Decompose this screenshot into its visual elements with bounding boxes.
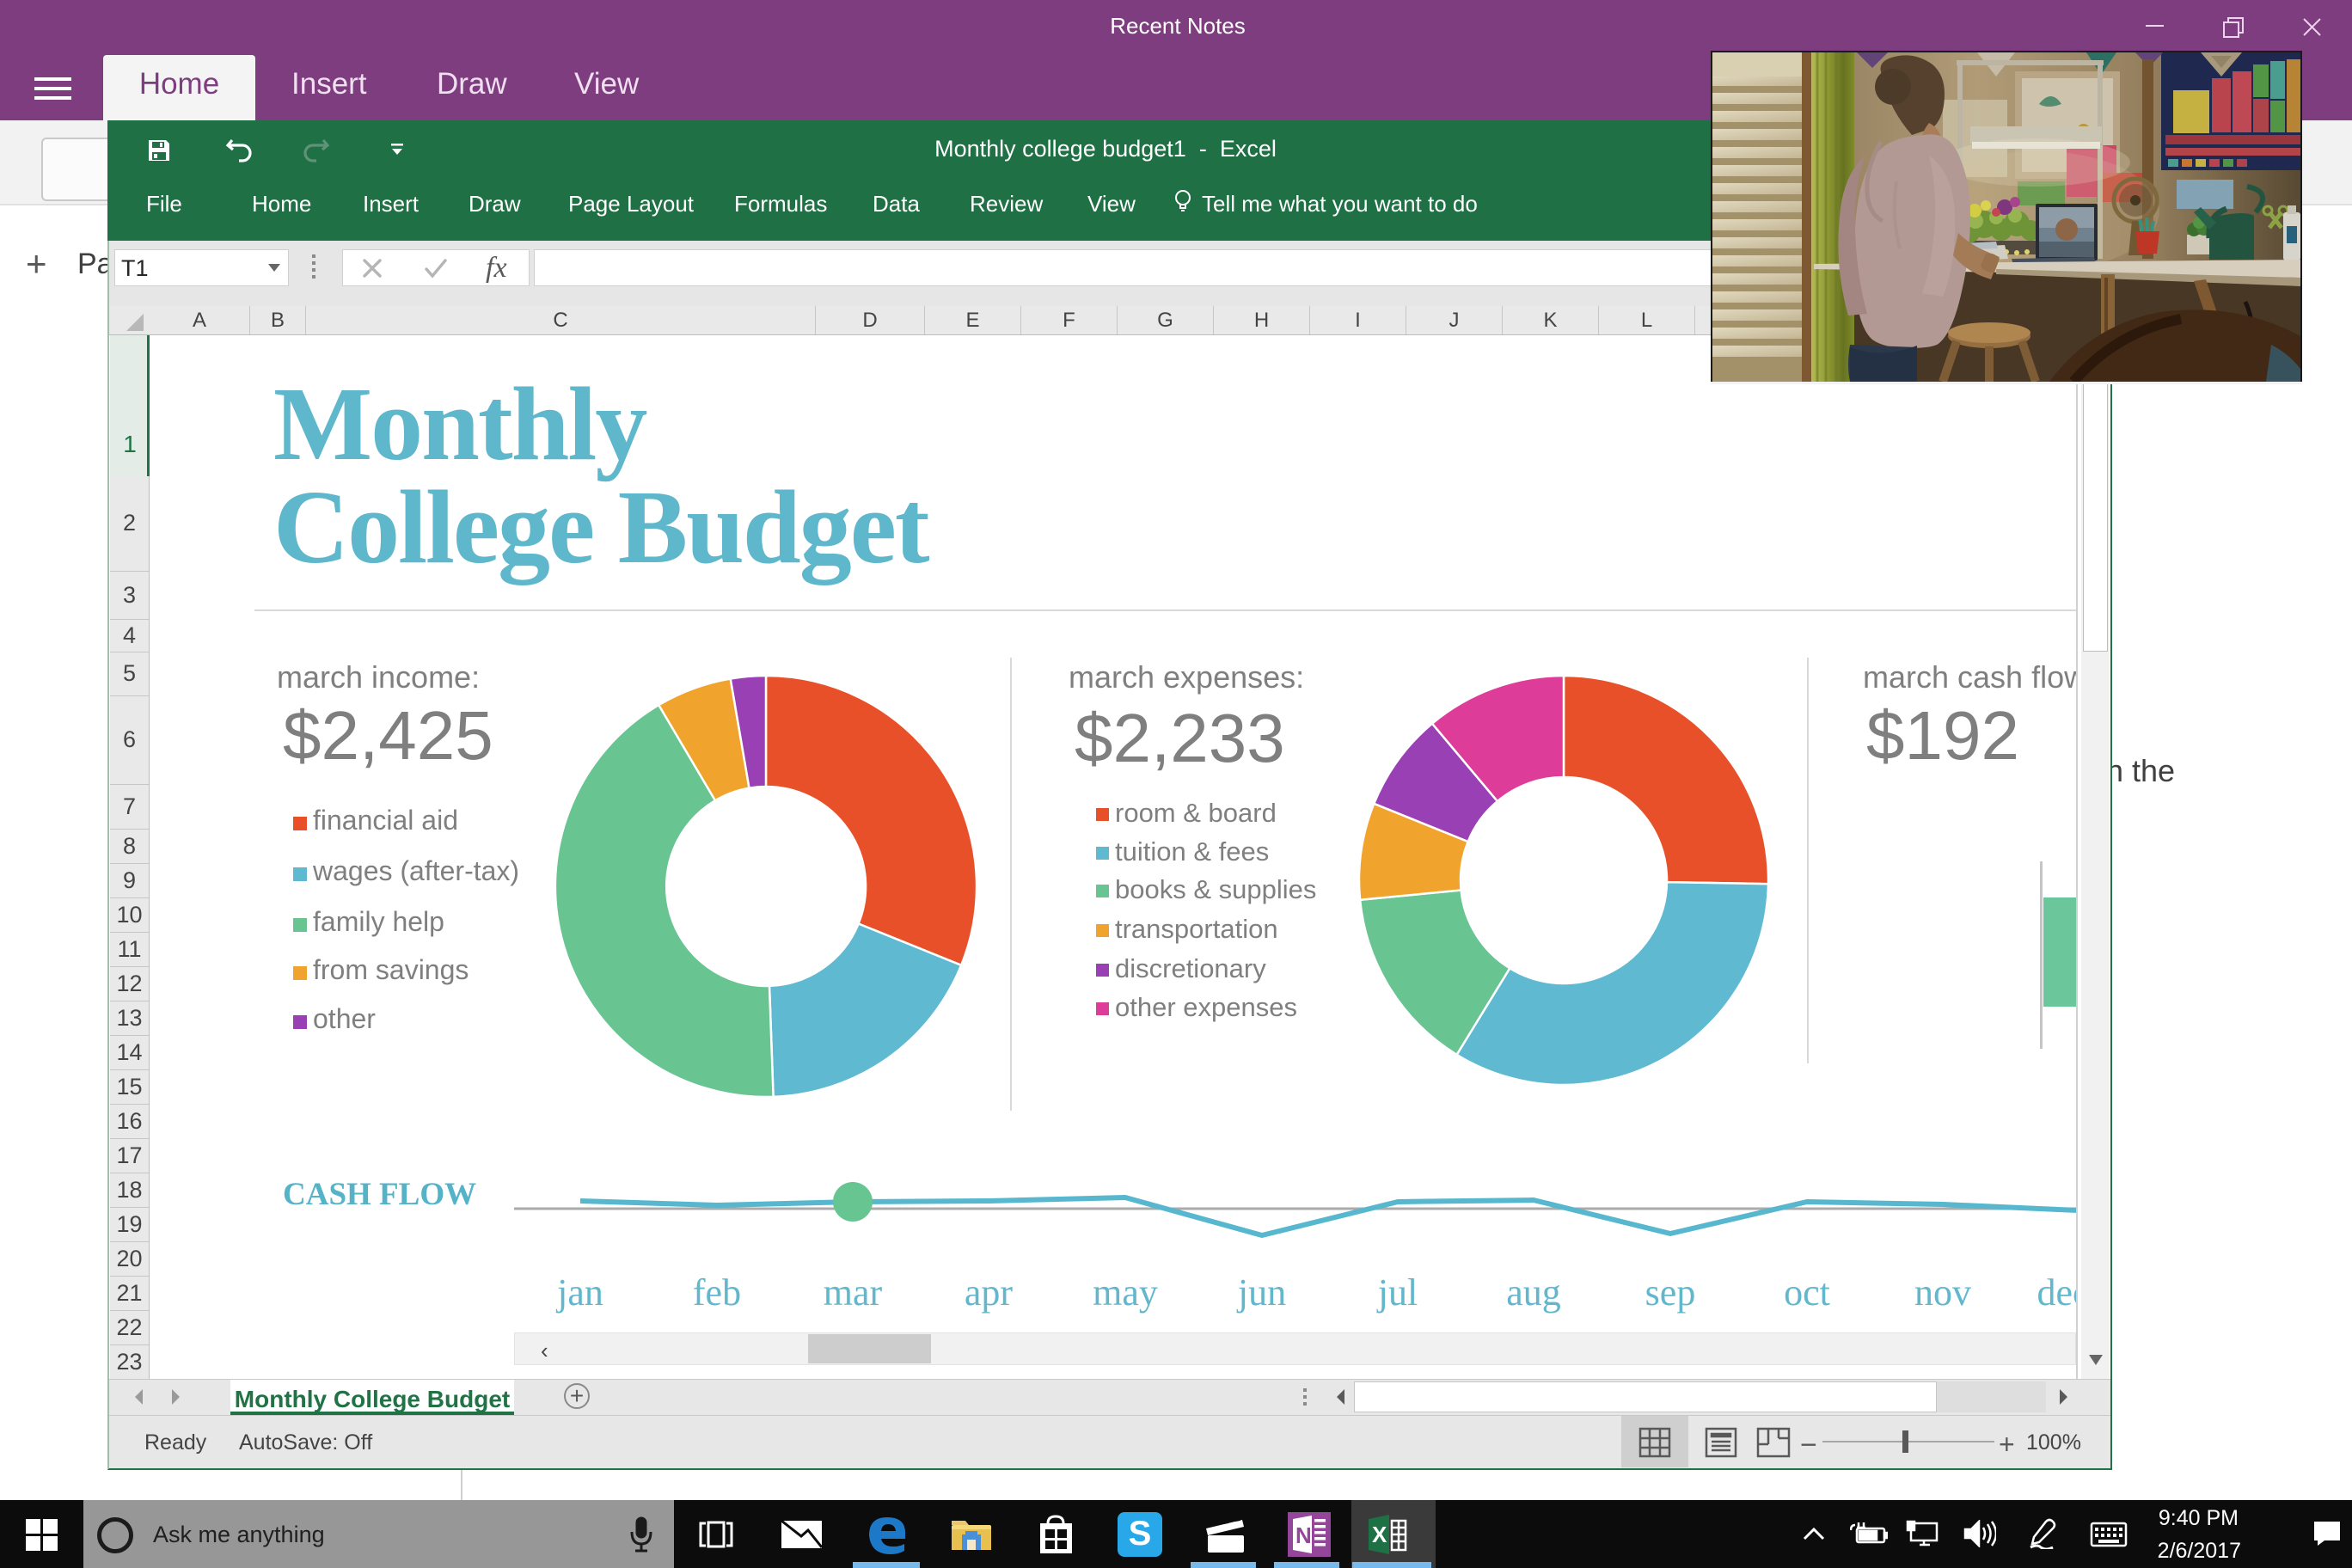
svg-text:X: X xyxy=(1372,1522,1387,1547)
svg-text:N: N xyxy=(1295,1522,1312,1548)
